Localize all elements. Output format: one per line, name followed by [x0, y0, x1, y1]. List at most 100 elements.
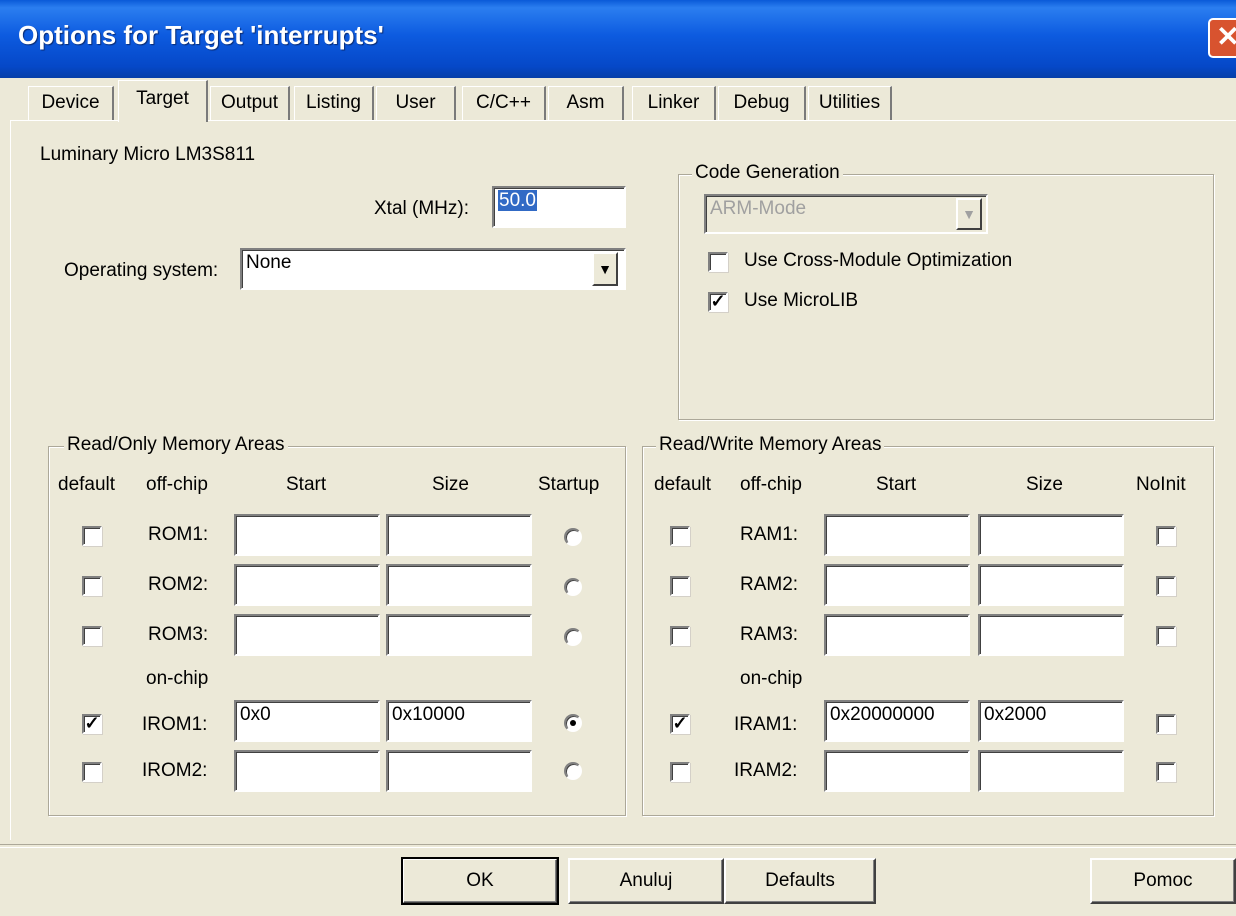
irom2-startup-radio[interactable]: [564, 762, 582, 780]
os-select[interactable]: None: [240, 248, 626, 290]
cross-module-label: Use Cross-Module Optimization: [744, 250, 1013, 271]
irom2-start-input[interactable]: [234, 750, 380, 792]
tab-device[interactable]: Device: [28, 86, 114, 120]
ram2-size-input[interactable]: [978, 564, 1124, 606]
iram2-noinit-checkbox[interactable]: [1156, 762, 1176, 782]
arm-mode-value: ARM-Mode: [710, 198, 807, 219]
rom2-label: ROM2:: [148, 574, 209, 595]
rom2-start-input[interactable]: [234, 564, 380, 606]
iram2-label: IRAM2:: [734, 760, 798, 781]
iram1-size-input[interactable]: 0x2000: [978, 700, 1124, 742]
chevron-down-icon: ▼: [962, 206, 976, 222]
close-button[interactable]: ✕: [1208, 18, 1236, 58]
rom2-size-input[interactable]: [386, 564, 532, 606]
ram-header-size: Size: [1026, 474, 1063, 495]
rom-areas-title: Read/Only Memory Areas: [64, 434, 288, 456]
tab-listing[interactable]: Listing: [294, 86, 374, 120]
rom-onchip-label: on-chip: [146, 668, 209, 689]
ram1-noinit-checkbox[interactable]: [1156, 526, 1176, 546]
checkmark-icon: ✓: [672, 713, 688, 733]
rom3-size-input[interactable]: [386, 614, 532, 656]
ram3-noinit-checkbox[interactable]: [1156, 626, 1176, 646]
ram3-size-input[interactable]: [978, 614, 1124, 656]
code-generation-title: Code Generation: [692, 162, 843, 184]
ram1-size-input[interactable]: [978, 514, 1124, 556]
iram1-start-input[interactable]: 0x20000000: [824, 700, 970, 742]
ram2-noinit-checkbox[interactable]: [1156, 576, 1176, 596]
iram1-default-checkbox[interactable]: ✓: [670, 714, 690, 734]
irom1-label: IROM1:: [142, 714, 208, 735]
rom1-startup-radio[interactable]: [564, 528, 582, 546]
irom2-label: IROM2:: [142, 760, 208, 781]
irom1-default-checkbox[interactable]: ✓: [82, 714, 102, 734]
os-value: None: [246, 252, 292, 273]
cross-module-checkbox[interactable]: [708, 252, 728, 272]
ram2-label: RAM2:: [740, 574, 799, 595]
device-name: Luminary Micro LM3S811: [40, 144, 256, 165]
rom1-default-checkbox[interactable]: [82, 526, 102, 546]
ram3-label: RAM3:: [740, 624, 799, 645]
rom3-default-checkbox[interactable]: [82, 626, 102, 646]
rom1-size-input[interactable]: [386, 514, 532, 556]
ram3-start-input[interactable]: [824, 614, 970, 656]
rom-header-start: Start: [286, 474, 327, 495]
rom3-label: ROM3:: [148, 624, 209, 645]
iram1-noinit-checkbox[interactable]: [1156, 714, 1176, 734]
rom-header-size: Size: [432, 474, 469, 495]
irom2-size-input[interactable]: [386, 750, 532, 792]
xtal-value: 50.0: [498, 190, 537, 211]
irom1-startup-radio[interactable]: [564, 714, 582, 732]
tab-c-cpp[interactable]: C/C++: [462, 86, 546, 120]
os-label: Operating system:: [64, 260, 219, 281]
microlib-checkbox[interactable]: ✓: [708, 292, 728, 312]
ram-header-noinit: NoInit: [1136, 474, 1186, 495]
ram1-label: RAM1:: [740, 524, 799, 545]
arm-mode-dropdown-button[interactable]: ▼: [956, 198, 982, 230]
rom-header-offchip: off-chip: [146, 474, 208, 495]
iram1-label: IRAM1:: [734, 714, 798, 735]
rom1-label: ROM1:: [148, 524, 209, 545]
ram1-default-checkbox[interactable]: [670, 526, 690, 546]
rom3-start-input[interactable]: [234, 614, 380, 656]
help-button[interactable]: Pomoc: [1090, 858, 1236, 904]
iram2-start-input[interactable]: [824, 750, 970, 792]
ram-header-default: default: [654, 474, 712, 495]
ram2-start-input[interactable]: [824, 564, 970, 606]
ram3-default-checkbox[interactable]: [670, 626, 690, 646]
ram-header-start: Start: [876, 474, 917, 495]
ram-areas-title: Read/Write Memory Areas: [656, 434, 885, 456]
tab-linker[interactable]: Linker: [632, 86, 716, 120]
close-icon: ✕: [1216, 21, 1236, 52]
irom2-default-checkbox[interactable]: [82, 762, 102, 782]
checkmark-icon: ✓: [710, 291, 726, 311]
xtal-label: Xtal (MHz):: [374, 198, 469, 219]
rom3-startup-radio[interactable]: [564, 628, 582, 646]
tab-target[interactable]: Target: [118, 80, 208, 122]
rom-header-default: default: [58, 474, 116, 495]
tab-output[interactable]: Output: [210, 86, 290, 120]
rom-header-startup: Startup: [538, 474, 600, 495]
xtal-input[interactable]: 50.0: [492, 186, 626, 228]
ram1-start-input[interactable]: [824, 514, 970, 556]
tab-utilities[interactable]: Utilities: [808, 86, 892, 120]
iram2-size-input[interactable]: [978, 750, 1124, 792]
rom1-start-input[interactable]: [234, 514, 380, 556]
rom2-startup-radio[interactable]: [564, 578, 582, 596]
arm-mode-select[interactable]: ARM-Mode: [704, 194, 988, 234]
ram-header-offchip: off-chip: [740, 474, 802, 495]
microlib-label: Use MicroLIB: [744, 290, 859, 311]
irom1-size-input[interactable]: 0x10000: [386, 700, 532, 742]
rom2-default-checkbox[interactable]: [82, 576, 102, 596]
defaults-button[interactable]: Defaults: [724, 858, 876, 904]
iram2-default-checkbox[interactable]: [670, 762, 690, 782]
ok-button[interactable]: OK: [401, 857, 559, 905]
tab-debug[interactable]: Debug: [718, 86, 806, 120]
tab-user[interactable]: User: [376, 86, 456, 120]
os-dropdown-button[interactable]: ▼: [592, 252, 618, 286]
ram2-default-checkbox[interactable]: [670, 576, 690, 596]
ram-onchip-label: on-chip: [740, 668, 803, 689]
tab-asm[interactable]: Asm: [548, 86, 624, 120]
irom1-start-input[interactable]: 0x0: [234, 700, 380, 742]
checkmark-icon: ✓: [84, 713, 100, 733]
cancel-button[interactable]: Anuluj: [568, 858, 724, 904]
